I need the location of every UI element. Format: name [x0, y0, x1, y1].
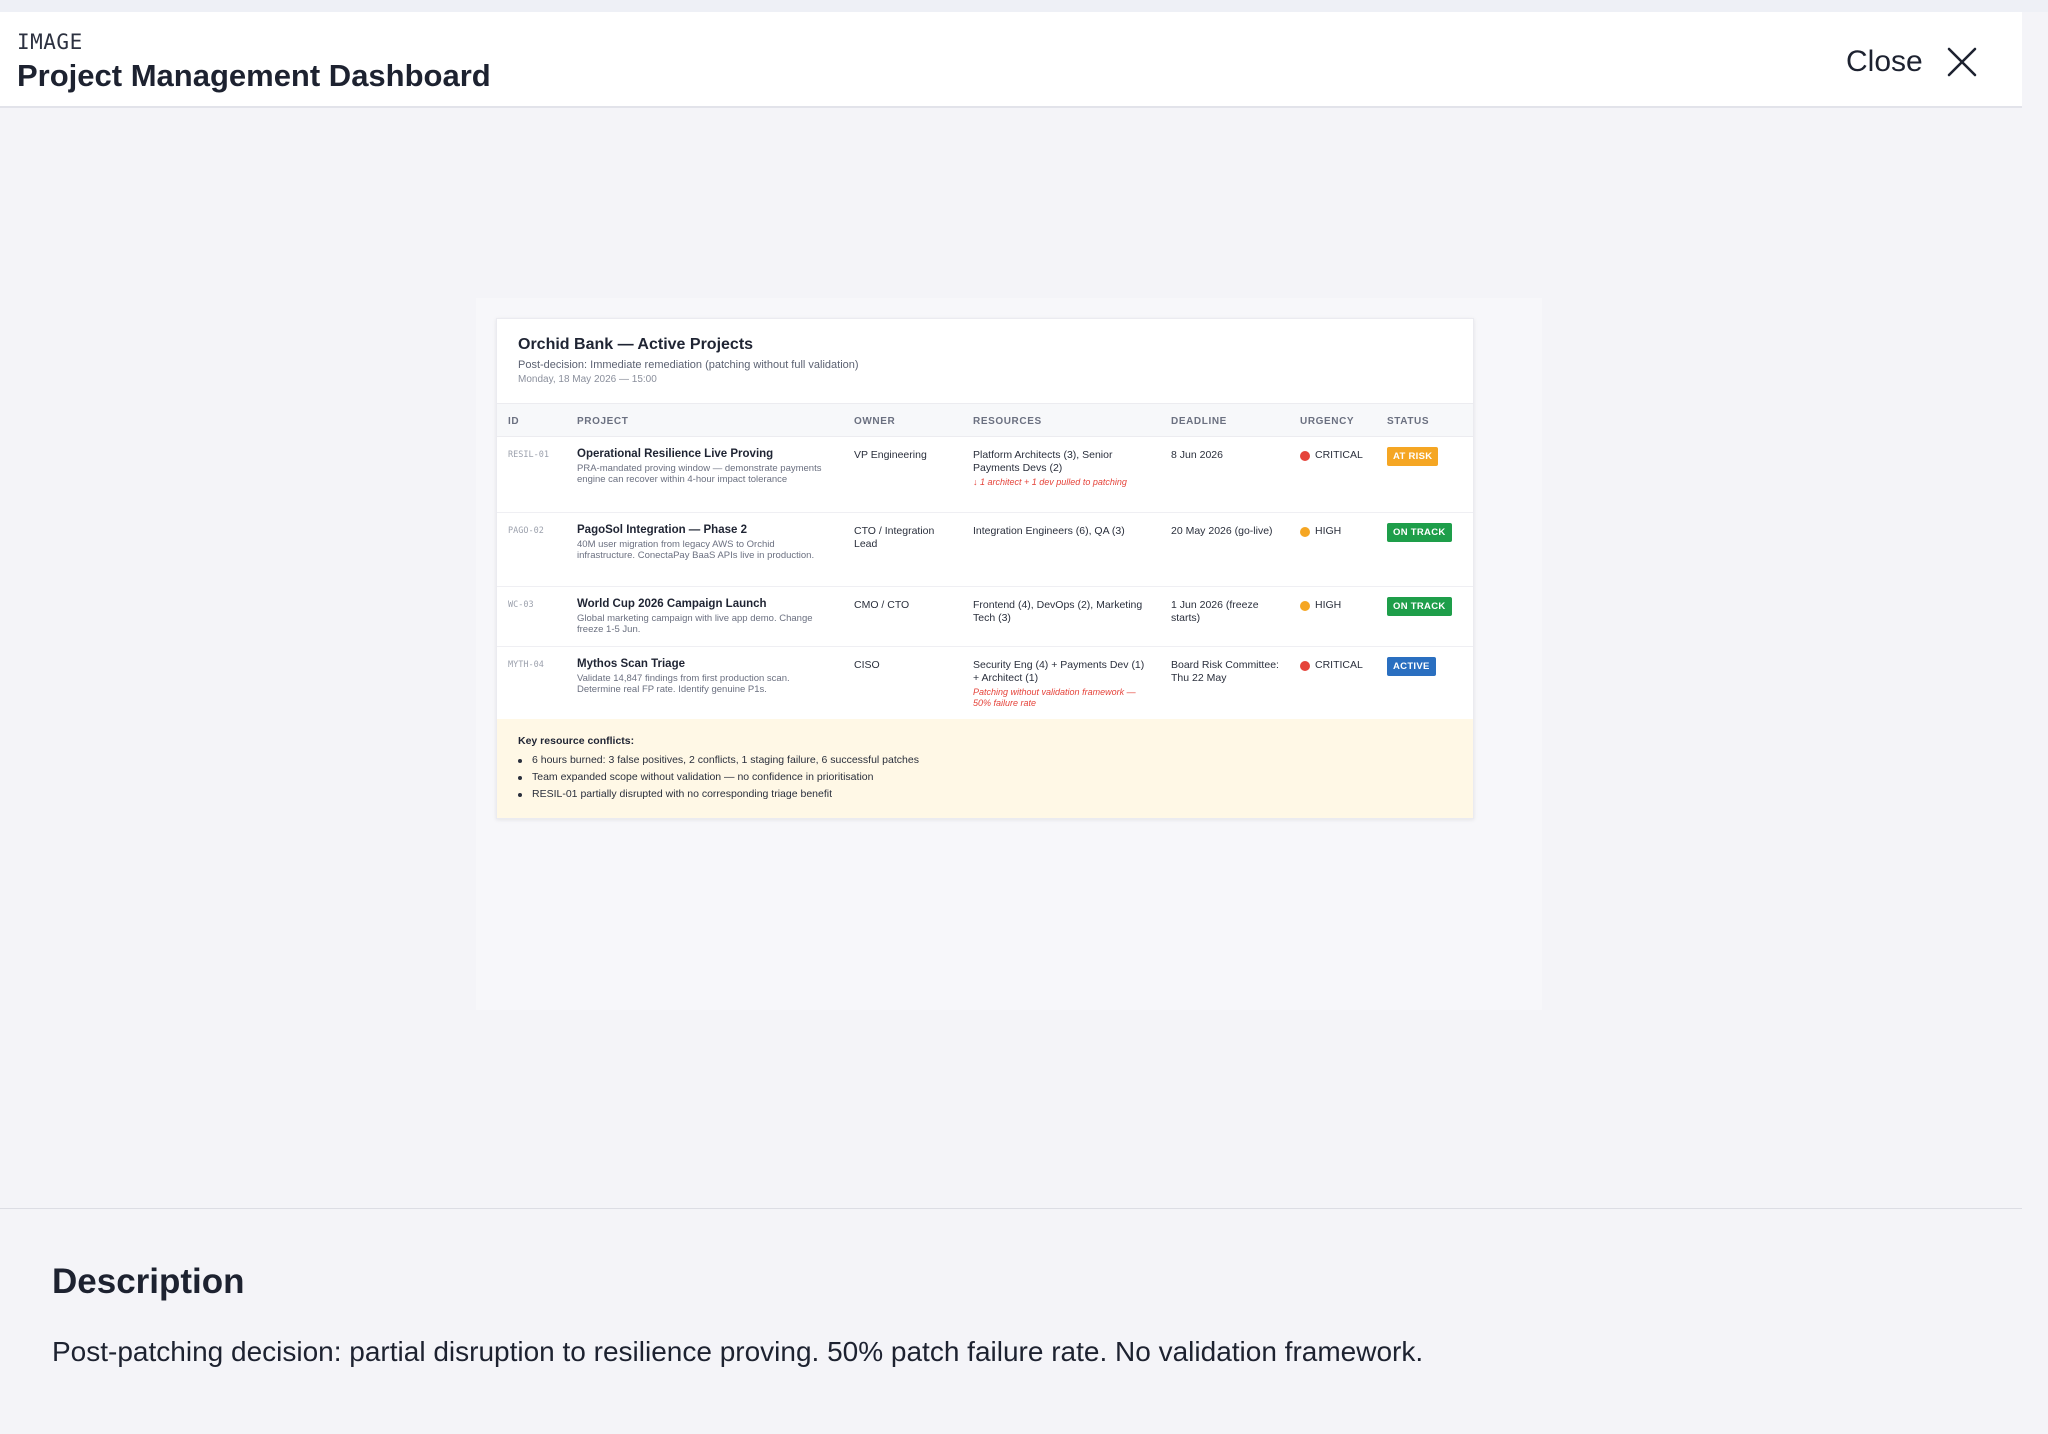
column-header-id: ID — [508, 416, 520, 427]
project-name: Operational Resilience Live Proving — [577, 448, 774, 460]
column-header-status: STATUS — [1387, 416, 1430, 427]
top-strip — [0, 0, 2048, 12]
resources-cell: Frontend (4), DevOps (2), Marketing Tech… — [973, 599, 1153, 625]
description-text: Post-patching decision: partial disrupti… — [52, 1336, 1424, 1367]
urgency-label: HIGH — [1315, 599, 1342, 611]
project-owner: CMO / CTO — [854, 599, 910, 611]
urgency-dot-icon — [1300, 450, 1310, 461]
project-deadline: 1 Jun 2026 (freeze starts) — [1171, 599, 1259, 624]
project-id: MYTH-04 — [508, 660, 544, 670]
conflicts-title: Key resource conflicts: — [518, 735, 635, 747]
description-heading: Description — [52, 1262, 245, 1301]
project-name: World Cup 2026 Campaign Launch — [577, 598, 767, 610]
project-id: RESIL-01 — [508, 450, 549, 460]
urgency-label: CRITICAL — [1315, 659, 1363, 671]
project-description: 40M user migration from legacy AWS to Or… — [577, 539, 815, 561]
column-header-owner: OWNER — [854, 416, 896, 427]
dashboard-title: Orchid Bank — Active Projects — [518, 336, 754, 353]
resource-note: Patching without validation framework — … — [973, 687, 1136, 708]
table-row: RESIL-01 Operational Resilience Live Pro… — [497, 437, 1473, 513]
project-cell: Operational Resilience Live Proving PRA-… — [577, 447, 827, 485]
page-title: Project Management Dashboard — [17, 58, 491, 93]
close-icon — [1947, 47, 1977, 77]
project-id: PAGO-02 — [508, 526, 544, 536]
project-deadline: Board Risk Committee: Thu 22 May — [1171, 659, 1279, 684]
project-resources: Frontend (4), DevOps (2), Marketing Tech… — [973, 599, 1143, 624]
column-header-project: PROJECT — [577, 416, 629, 427]
status-badge: ON TRACK — [1387, 523, 1452, 542]
conflict-item: Team expanded scope without validation —… — [518, 769, 919, 786]
project-cell: World Cup 2026 Campaign Launch Global ma… — [577, 597, 827, 635]
close-label: Close — [1846, 45, 1923, 78]
project-id: WC-03 — [508, 600, 534, 610]
project-cell: PagoSol Integration — Phase 2 40M user m… — [577, 523, 827, 561]
conflict-item: 6 hours burned: 3 false positives, 2 con… — [518, 752, 919, 769]
project-resources: Integration Engineers (6), QA (3) — [973, 525, 1125, 537]
project-name: Mythos Scan Triage — [577, 658, 686, 670]
urgency-cell: CRITICAL — [1300, 449, 1363, 462]
urgency-cell: CRITICAL — [1300, 659, 1363, 672]
column-header-resources: RESOURCES — [973, 416, 1042, 427]
status-cell: AT RISK — [1387, 447, 1439, 466]
viewer-header: IMAGE Project Management Dashboard Close — [0, 12, 2022, 108]
project-owner: VP Engineering — [854, 449, 927, 461]
project-description: PRA-mandated proving window — demonstrat… — [577, 463, 822, 485]
column-header-deadline: DEADLINE — [1171, 416, 1227, 427]
divider — [0, 1208, 2022, 1209]
status-cell: ACTIVE — [1387, 657, 1436, 676]
table-row: PAGO-02 PagoSol Integration — Phase 2 40… — [497, 513, 1473, 587]
table-row: WC-03 World Cup 2026 Campaign Launch Glo… — [497, 587, 1473, 647]
urgency-label: HIGH — [1315, 525, 1342, 537]
dashboard-card: Orchid Bank — Active Projects Post-decis… — [496, 318, 1474, 819]
project-deadline: 20 May 2026 (go-live) — [1171, 525, 1273, 537]
conflicts-panel: Key resource conflicts: 6 hours burned: … — [497, 719, 1473, 818]
urgency-dot-icon — [1300, 526, 1310, 537]
project-owner: CTO / Integration Lead — [854, 525, 935, 550]
resource-note: ↓ 1 architect + 1 dev pulled to patching — [973, 477, 1127, 487]
table-header: ID PROJECT OWNER RESOURCES DEADLINE URGE… — [497, 403, 1473, 437]
urgency-cell: HIGH — [1300, 525, 1341, 538]
conflicts-list: 6 hours burned: 3 false positives, 2 con… — [518, 752, 919, 803]
project-description: Validate 14,847 findings from first prod… — [577, 673, 790, 695]
media-kind-label: IMAGE — [17, 30, 83, 54]
project-resources: Platform Architects (3), Senior Payments… — [973, 449, 1113, 474]
project-cell: Mythos Scan Triage Validate 14,847 findi… — [577, 657, 827, 695]
project-owner: CISO — [854, 659, 880, 671]
dashboard-header: Orchid Bank — Active Projects Post-decis… — [518, 335, 1448, 386]
urgency-label: CRITICAL — [1315, 449, 1363, 461]
resources-cell: Security Eng (4) + Payments Dev (1) + Ar… — [973, 659, 1153, 709]
table-row: MYTH-04 Mythos Scan Triage Validate 14,8… — [497, 647, 1473, 719]
dashboard-date: Monday, 18 May 2026 — 15:00 — [518, 374, 657, 385]
status-badge: ON TRACK — [1387, 597, 1452, 616]
project-name: PagoSol Integration — Phase 2 — [577, 524, 747, 536]
urgency-cell: HIGH — [1300, 599, 1341, 612]
status-cell: ON TRACK — [1387, 523, 1452, 542]
column-header-urgency: URGENCY — [1300, 416, 1355, 427]
dashboard-subtitle: Post-decision: Immediate remediation (pa… — [518, 359, 859, 371]
conflict-item: RESIL-01 partially disrupted with no cor… — [518, 786, 919, 803]
project-resources: Security Eng (4) + Payments Dev (1) + Ar… — [973, 659, 1145, 684]
status-badge: AT RISK — [1387, 447, 1439, 466]
resources-cell: Integration Engineers (6), QA (3) — [973, 525, 1153, 538]
status-badge: ACTIVE — [1387, 657, 1436, 676]
resources-cell: Platform Architects (3), Senior Payments… — [973, 449, 1153, 488]
project-description: Global marketing campaign with live app … — [577, 613, 813, 635]
urgency-dot-icon — [1300, 660, 1310, 671]
urgency-dot-icon — [1300, 600, 1310, 611]
close-button[interactable]: Close — [1846, 40, 1979, 84]
status-cell: ON TRACK — [1387, 597, 1452, 616]
project-deadline: 8 Jun 2026 — [1171, 449, 1223, 461]
